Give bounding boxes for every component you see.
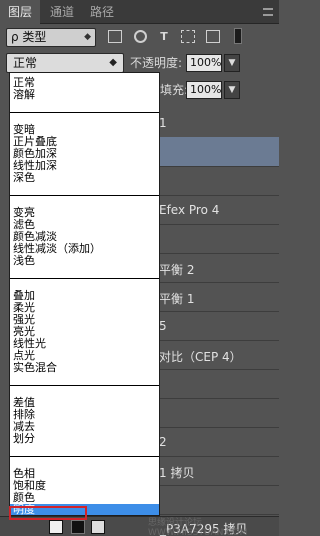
filter-kind-label: ρ 类型 (11, 30, 47, 44)
layer-name: 平衡 1 (159, 292, 195, 306)
fill-dropdown-icon[interactable]: ▼ (224, 81, 240, 99)
layer-name: 2 (159, 435, 167, 449)
layer-name: 5 (159, 319, 167, 333)
smart-object-filter-icon[interactable] (206, 30, 220, 43)
chevron-down-icon: ◆ (109, 57, 117, 68)
blend-mode-option[interactable]: 深色 (10, 172, 159, 184)
highlight-annotation-frame (9, 506, 87, 520)
blend-mode-group: 正常 溶解 (10, 77, 159, 101)
opacity-label: 不透明度: (130, 56, 183, 70)
panel-tab-bar: 图层 通道 路径 (0, 0, 279, 24)
blend-mode-group: 叠加 柔光 强光 亮光 线性光 点光 实色混合 (10, 290, 159, 374)
tab-channels[interactable]: 通道 (42, 0, 82, 24)
filter-kind-select[interactable]: ρ 类型 ◆ (6, 28, 96, 47)
image-filter-icon[interactable] (108, 30, 122, 43)
blend-mode-option[interactable]: 浅色 (10, 255, 159, 267)
chevron-down-icon: ◆ (84, 32, 91, 42)
blend-mode-option[interactable]: 溶解 (10, 89, 159, 101)
layer-name: 1 拷贝 (159, 466, 195, 480)
layer-mask-thumbnail[interactable] (71, 520, 85, 534)
blend-mode-option[interactable]: 实色混合 (10, 362, 159, 374)
blend-mode-value: 正常 (13, 56, 38, 70)
fill-input[interactable]: 100% (186, 81, 222, 99)
filter-toggle-icon[interactable] (234, 28, 242, 44)
blend-mode-group: 变暗 正片叠底 颜色加深 线性加深 深色 (10, 124, 159, 184)
blend-mode-group: 变亮 滤色 颜色减淡 线性减淡（添加） 浅色 (10, 207, 159, 267)
menu-separator (10, 112, 159, 113)
layer-name: 对比（CEP 4） (159, 350, 242, 364)
blend-mode-select[interactable]: 正常 ◆ (6, 53, 124, 73)
layer-visibility-icon[interactable] (49, 520, 63, 534)
menu-separator (10, 385, 159, 386)
watermark: 思缘设计论坛 WWW.MISSYUAN.COM (148, 518, 248, 536)
tab-layers[interactable]: 图层 (0, 0, 41, 24)
layer-name: Efex Pro 4 (159, 203, 220, 217)
fill-label: 填充: (160, 83, 189, 97)
blend-mode-group: 差值 排除 减去 划分 (10, 397, 159, 445)
layers-panel: 图层 通道 路径 ρ 类型 ◆ T 正常 ◆ 不透明度: 100% ▼ 填充: … (0, 0, 279, 536)
adjustment-filter-icon[interactable] (134, 30, 147, 43)
menu-separator (10, 195, 159, 196)
menu-separator (10, 456, 159, 457)
type-filter-icon[interactable]: T (157, 30, 171, 43)
layer-name: 1 (159, 116, 167, 130)
shape-filter-icon[interactable] (181, 30, 195, 43)
panel-menu-icon[interactable] (263, 8, 273, 16)
tab-paths[interactable]: 路径 (82, 0, 122, 24)
layer-thumbnail[interactable] (91, 520, 105, 534)
blend-mode-option[interactable]: 划分 (10, 433, 159, 445)
blend-mode-dropdown: 正常 溶解变暗 正片叠底 颜色加深 线性加深 深色 变亮 滤色 颜色减淡 线性减淡（添加） 浅色叠加… (9, 72, 160, 516)
opacity-input[interactable]: 100% (186, 54, 222, 72)
layer-filter-row: ρ 类型 ◆ T (0, 24, 279, 50)
menu-separator (10, 278, 159, 279)
layer-name: 平衡 2 (159, 263, 195, 277)
opacity-dropdown-icon[interactable]: ▼ (224, 54, 240, 72)
